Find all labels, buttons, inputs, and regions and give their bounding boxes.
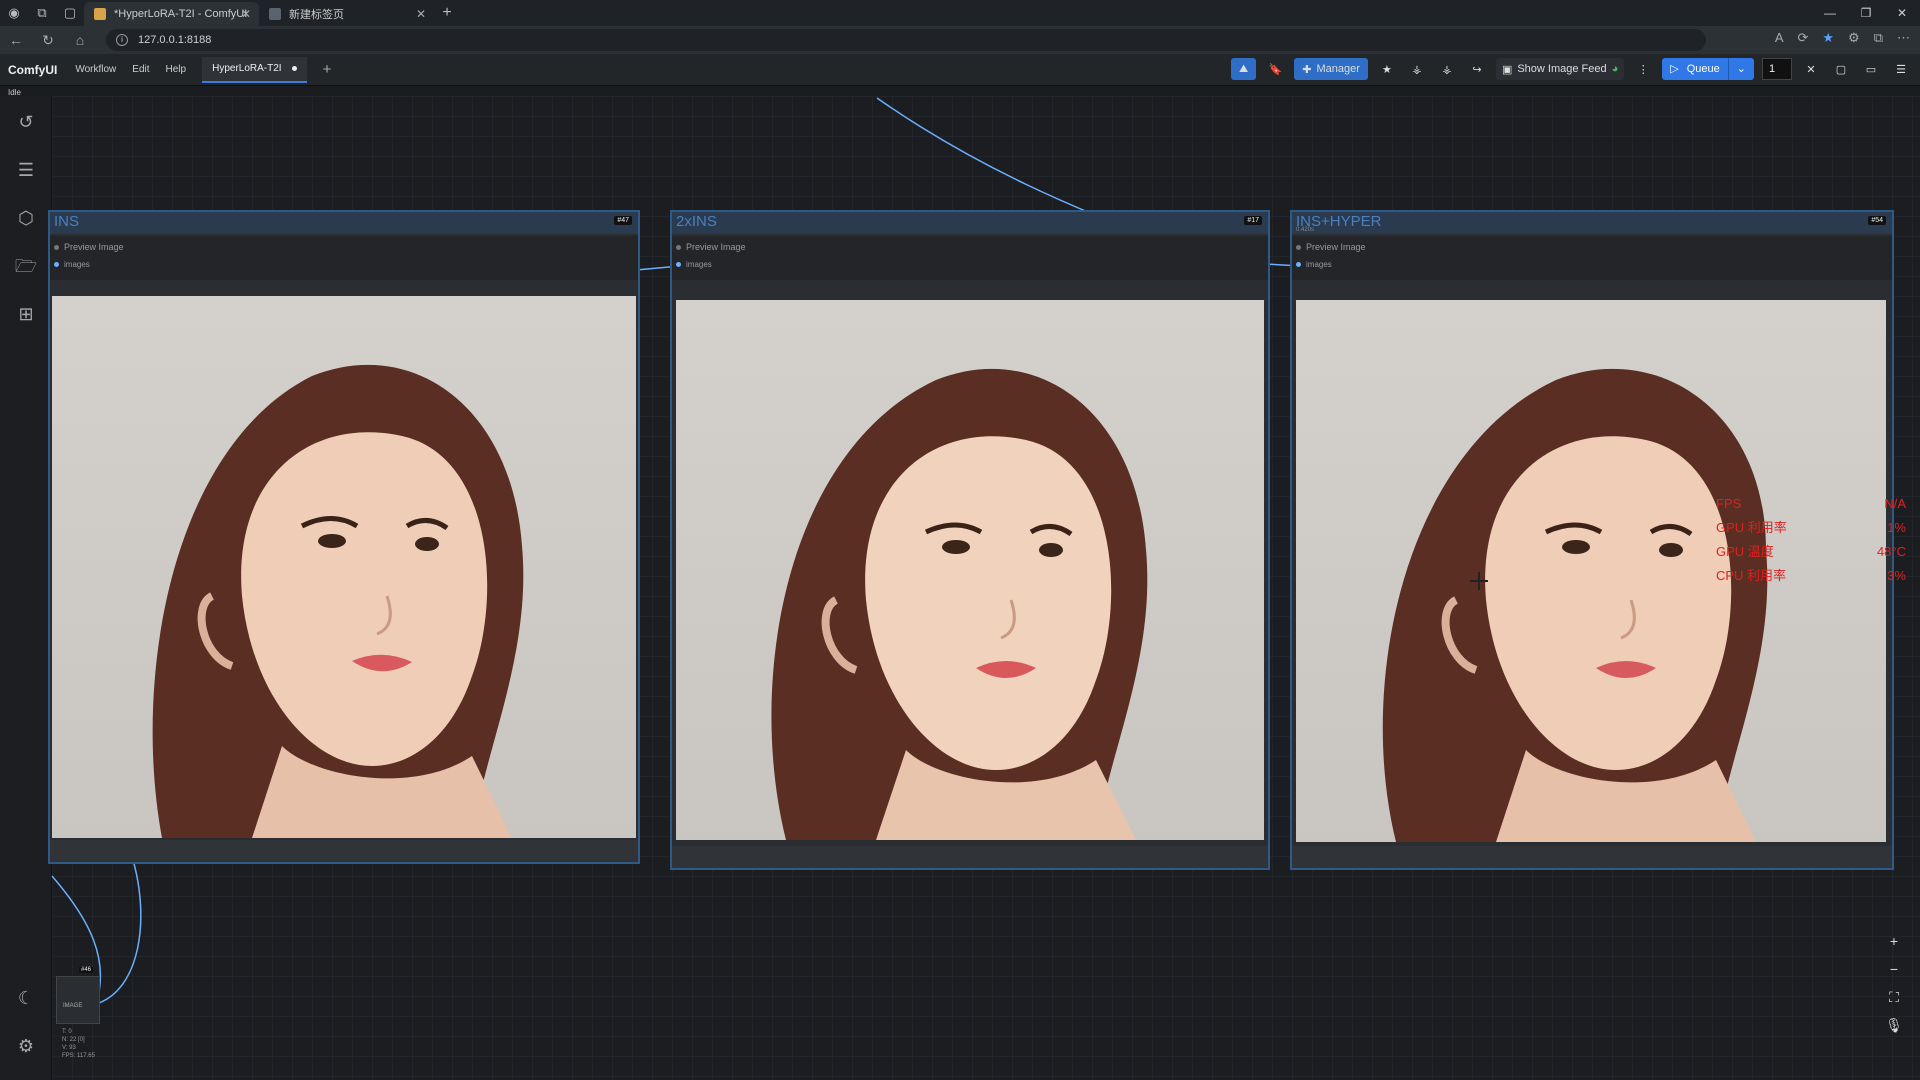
stat-line: T: 0 xyxy=(62,1029,72,1035)
canvas-stats: T: 0 N: 22 [0] V: 93 FPS: 117.65 xyxy=(62,1028,95,1060)
preview-image[interactable] xyxy=(52,296,636,838)
node-footer xyxy=(672,846,1268,868)
node-type-label: Preview Image xyxy=(1296,242,1366,252)
monitor-value: N/A xyxy=(1884,496,1906,511)
zoom-out-icon[interactable]: − xyxy=(1880,958,1908,980)
images-input-slot[interactable]: images xyxy=(54,260,90,269)
images-input-slot[interactable]: images xyxy=(1296,260,1332,269)
node-id-badge: #47 xyxy=(614,216,632,225)
node-footer xyxy=(50,840,638,862)
monitor-value: 1% xyxy=(1887,520,1906,535)
canvas-zoom-controls: + − ⛶ 🎙 xyxy=(1880,930,1908,1036)
fit-view-icon[interactable]: ⛶ xyxy=(1880,986,1908,1008)
monitor-value: 3% xyxy=(1887,568,1906,583)
node-id-badge: #17 xyxy=(1244,216,1262,225)
portrait-photo xyxy=(152,364,524,838)
output-slot-label[interactable]: IMAGE xyxy=(63,1003,82,1009)
link-visibility-icon[interactable]: 🎙 xyxy=(1880,1014,1908,1036)
preview-image-node-2xins[interactable]: 2xINS #17 Preview Image images xyxy=(670,210,1270,870)
preview-image-node-ins[interactable]: INS #47 Preview Image images xyxy=(48,210,640,864)
monitor-value: 48°C xyxy=(1876,544,1906,559)
images-input-slot[interactable]: images xyxy=(676,260,712,269)
preview-image[interactable] xyxy=(676,300,1264,840)
monitor-row: GPU 利用率 1% xyxy=(1716,516,1906,540)
stat-line: V: 93 xyxy=(62,1045,76,1051)
node-exec-time: 0.420s xyxy=(1296,227,1315,233)
node-title[interactable]: 2xINS xyxy=(672,212,1268,234)
monitor-label: GPU 温度 xyxy=(1716,544,1774,559)
node-title[interactable]: INS+HYPER xyxy=(1292,212,1892,234)
system-monitor-overlay: FPS N/A GPU 利用率 1% GPU 温度 48°C CPU 利用率 3% xyxy=(1716,492,1906,588)
node-id-badge: #54 xyxy=(1868,216,1886,225)
monitor-row: FPS N/A xyxy=(1716,492,1906,516)
node-type-label: Preview Image xyxy=(676,242,746,252)
node-widgets: Preview Image images xyxy=(672,236,1268,280)
zoom-in-icon[interactable]: + xyxy=(1880,930,1908,952)
small-reroute-node[interactable]: #46 IMAGE xyxy=(56,967,100,1024)
node-id-badge: #46 xyxy=(79,967,94,973)
monitor-row: CPU 利用率 3% xyxy=(1716,564,1906,588)
portrait-photo xyxy=(771,368,1148,840)
node-widgets: Preview Image images xyxy=(50,236,638,280)
node-footer xyxy=(1292,846,1892,868)
stat-line: N: 22 [0] xyxy=(62,1037,85,1043)
mouse-crosshair-cursor xyxy=(1470,572,1488,590)
monitor-label: GPU 利用率 xyxy=(1716,520,1787,535)
node-widgets: Preview Image images xyxy=(1292,236,1892,280)
monitor-row: GPU 温度 48°C xyxy=(1716,540,1906,564)
node-type-label: Preview Image xyxy=(54,242,124,252)
node-title[interactable]: INS xyxy=(50,212,638,234)
link-wire xyxy=(95,859,142,1005)
monitor-label: FPS xyxy=(1716,496,1742,511)
stat-line: FPS: 117.65 xyxy=(62,1053,95,1059)
monitor-label: CPU 利用率 xyxy=(1716,568,1787,583)
